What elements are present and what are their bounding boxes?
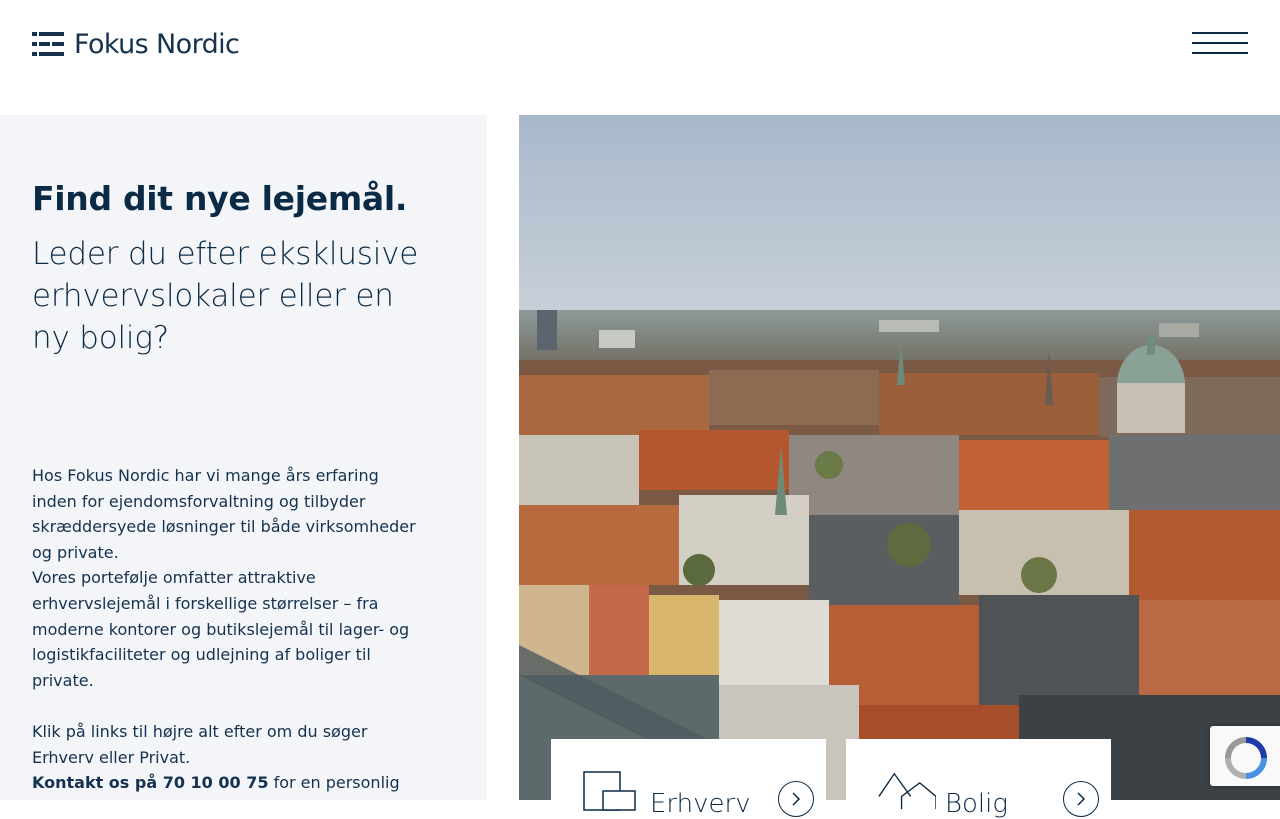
recaptcha-badge[interactable] <box>1210 726 1280 786</box>
city-skyline-illustration <box>519 115 1280 800</box>
menu-bar-bottom <box>1192 52 1248 54</box>
erhverv-label: Erhverv <box>650 789 751 819</box>
menu-bar-top <box>1192 32 1248 34</box>
hero-city-image <box>519 115 1280 800</box>
contact-line: Kontakt os på 70 10 00 75 for en personl… <box>32 770 424 796</box>
bolig-card[interactable]: Bolig <box>846 739 1111 819</box>
logo-mark-icon <box>32 32 64 56</box>
houses-icon <box>878 772 936 810</box>
menu-bar-middle <box>1192 42 1248 44</box>
page-headline: Find dit nye lejemål. <box>32 179 408 218</box>
bolig-label: Bolig <box>945 789 1008 819</box>
contact-phone[interactable]: Kontakt os på 70 10 00 75 <box>32 773 268 792</box>
chevron-right-circle-icon[interactable] <box>778 781 814 817</box>
logo-link[interactable]: Fokus Nordic <box>32 26 240 62</box>
intro-panel: Find dit nye lejemål. Leder du efter eks… <box>0 115 487 800</box>
contact-rest: for en personlig <box>268 773 400 793</box>
page-subheadline: Leder du efter eksklusive erhvervslokale… <box>32 236 419 356</box>
intro-body: Hos Fokus Nordic har vi mange års erfari… <box>32 463 424 796</box>
office-building-icon <box>583 771 636 811</box>
intro-paragraph-3: Klik på links til højre alt efter om du … <box>32 721 368 767</box>
intro-paragraph-2: Vores portefølje omfatter attraktive erh… <box>32 568 410 690</box>
site-header: Fokus Nordic <box>0 0 1280 115</box>
recaptcha-icon <box>1225 737 1267 779</box>
logo-text: Fokus Nordic <box>74 28 240 60</box>
erhverv-card[interactable]: Erhverv <box>551 739 826 819</box>
chevron-right-circle-icon[interactable] <box>1063 781 1099 817</box>
hamburger-menu-icon[interactable] <box>1192 32 1248 56</box>
intro-paragraph-1: Hos Fokus Nordic har vi mange års erfari… <box>32 466 416 562</box>
